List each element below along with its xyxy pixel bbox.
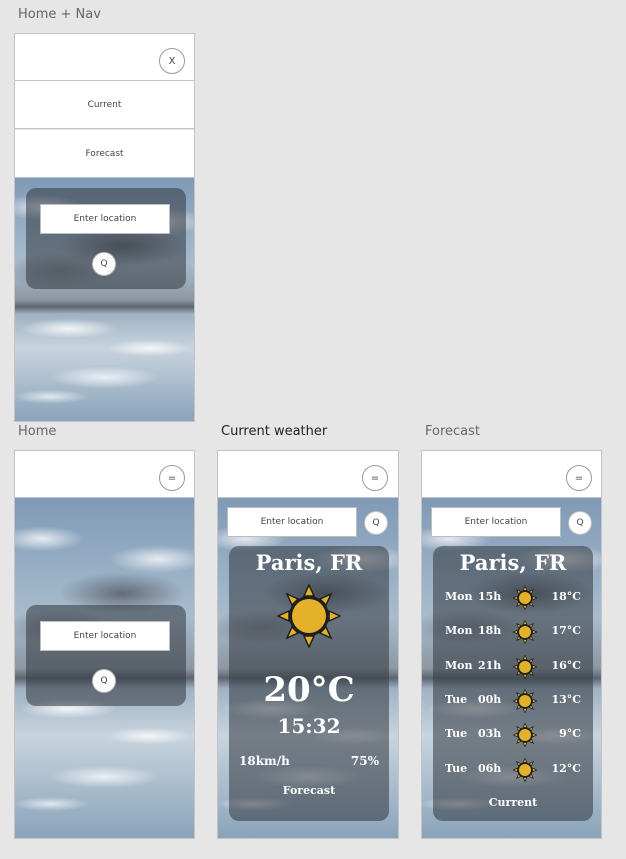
current-temperature: 20°C: [263, 670, 355, 710]
search-button[interactable]: Q: [568, 511, 592, 535]
forecast-row: Mon 18h 17°C: [433, 619, 593, 645]
forecast-temperature: 17°C: [551, 624, 581, 638]
menu-button[interactable]: =: [159, 465, 185, 491]
sun-icon: [512, 619, 538, 645]
forecast-temperature: 9°C: [559, 727, 581, 741]
top-bar: =: [218, 451, 398, 498]
search-panel: Enter location Q: [26, 605, 186, 706]
forecast-hour: 06h: [478, 761, 502, 775]
search-button[interactable]: Q: [364, 511, 388, 535]
forecast-link[interactable]: Forecast: [229, 784, 389, 797]
forecast-row: Mon 21h 16°C: [433, 654, 593, 680]
forecast-hour: 18h: [478, 624, 502, 638]
forecast-day: Mon: [445, 658, 473, 672]
artboard-label-forecast: Forecast: [425, 424, 481, 439]
current-link[interactable]: Current: [433, 796, 593, 809]
menu-item-forecast[interactable]: Forecast: [15, 130, 194, 178]
artboard-forecast: = Enter location Q Paris, FR Mon 15h 18°C M…: [421, 450, 602, 839]
weather-panel: Paris, FR 20°C 15:32 18km/h 75% Forecast: [229, 546, 389, 821]
sun-icon: [512, 756, 538, 783]
menu-item-current[interactable]: Current: [15, 81, 194, 129]
wind-speed: 18km/h: [239, 754, 290, 768]
forecast-day: Mon: [445, 590, 473, 603]
search-panel: Enter location Q: [26, 188, 186, 289]
top-bar: X: [15, 34, 194, 81]
forecast-day: Tue: [445, 727, 468, 741]
artboard-label-current-weather: Current weather: [221, 424, 328, 439]
forecast-day: Tue: [445, 761, 468, 775]
location-input[interactable]: Enter location: [40, 621, 170, 651]
forecast-panel: Paris, FR Mon 15h 18°C Mon 18h 17°C Mon 21h 16°C…: [433, 546, 593, 821]
forecast-hour: 03h: [478, 727, 502, 741]
forecast-row: Tue 06h 12°C: [433, 756, 593, 783]
sun-icon: [512, 688, 538, 714]
artboard-label-home-nav: Home + Nav: [18, 7, 101, 22]
forecast-temperature: 12°C: [551, 761, 581, 775]
sun-icon: [512, 722, 538, 748]
artboard-home: = Enter location Q: [14, 450, 195, 839]
menu-button[interactable]: =: [362, 465, 388, 491]
forecast-day: Mon: [445, 624, 473, 638]
forecast-temperature: 13°C: [551, 692, 581, 706]
humidity: 75%: [350, 754, 379, 768]
sun-icon: [277, 584, 341, 648]
forecast-hour: 21h: [478, 658, 502, 672]
top-bar: =: [422, 451, 601, 498]
forecast-row: Mon 15h 18°C: [433, 585, 593, 611]
forecast-hour: 00h: [478, 692, 502, 706]
location-input[interactable]: Enter location: [227, 507, 357, 537]
sun-icon: [512, 585, 538, 611]
top-bar: =: [15, 451, 194, 498]
location-input[interactable]: Enter location: [40, 204, 170, 234]
forecast-temperature: 16°C: [551, 658, 581, 672]
forecast-row: Tue 00h 13°C: [433, 688, 593, 714]
forecast-day: Tue: [445, 692, 468, 706]
location-input[interactable]: Enter location: [431, 507, 561, 537]
sun-icon: [512, 654, 538, 680]
city-name: Paris, FR: [459, 550, 567, 575]
forecast-row: Tue 03h 9°C: [433, 722, 593, 748]
forecast-temperature: 18°C: [551, 590, 581, 603]
close-menu-button[interactable]: X: [159, 48, 185, 74]
search-button[interactable]: Q: [92, 252, 116, 276]
search-button[interactable]: Q: [92, 669, 116, 693]
current-time: 15:32: [277, 714, 341, 738]
menu-button[interactable]: =: [566, 465, 592, 491]
city-name: Paris, FR: [255, 550, 363, 575]
artboard-home-nav: X Current Forecast Enter location Q: [14, 33, 195, 422]
forecast-hour: 15h: [478, 590, 502, 603]
artboard-current-weather: = Enter location Q Paris, FR 20°C 15:32 …: [217, 450, 399, 839]
artboard-label-home: Home: [18, 424, 57, 439]
